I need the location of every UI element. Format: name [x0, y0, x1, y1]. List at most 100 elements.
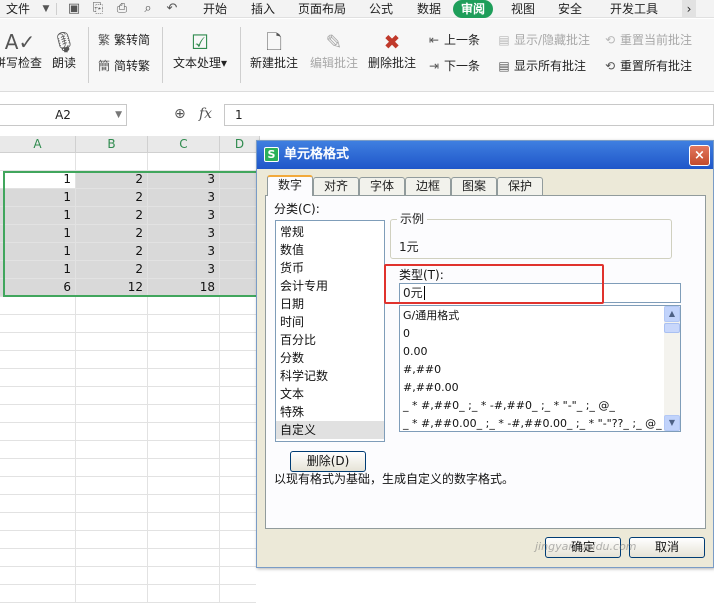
- grid-cell[interactable]: [148, 351, 220, 369]
- grid-cell[interactable]: [0, 387, 76, 405]
- grid-cell[interactable]: [148, 567, 220, 585]
- grid-cell[interactable]: [76, 153, 148, 171]
- format-item[interactable]: _ * #,##0.00_ ;_ * -#,##0.00_ ;_ * "-"??…: [400, 415, 664, 431]
- grid-cell[interactable]: [0, 153, 76, 171]
- grid-cell[interactable]: [148, 531, 220, 549]
- grid-cell[interactable]: [148, 369, 220, 387]
- tab-border[interactable]: 边框: [405, 177, 451, 195]
- trad-to-simp-button[interactable]: 繁繁转简: [96, 31, 150, 49]
- formula-input[interactable]: 1: [224, 104, 714, 126]
- grid-cell[interactable]: [148, 477, 220, 495]
- category-item[interactable]: 货币: [276, 259, 384, 277]
- next-comment-button[interactable]: ⇥ 下一条: [426, 57, 480, 75]
- tab-alignment[interactable]: 对齐: [313, 177, 359, 195]
- grid-cell[interactable]: [148, 549, 220, 567]
- column-header-b[interactable]: B: [76, 136, 148, 153]
- grid-cell[interactable]: [76, 459, 148, 477]
- tab-insert[interactable]: 插入: [251, 0, 275, 18]
- grid-cell[interactable]: [148, 333, 220, 351]
- edit-comment-button[interactable]: ✎ 编辑批注: [308, 29, 360, 71]
- cancel-button[interactable]: 取消: [629, 537, 705, 558]
- grid-cell[interactable]: 3: [148, 189, 220, 207]
- grid-cell[interactable]: [220, 405, 256, 423]
- format-list[interactable]: _ * #,##0.00_ ;_ * -#,##0.00_ ;_ * "-"??…: [399, 305, 681, 432]
- grid-cell[interactable]: [0, 531, 76, 549]
- grid-cell[interactable]: [220, 459, 256, 477]
- grid-cell[interactable]: [0, 459, 76, 477]
- format-item[interactable]: 0: [400, 325, 664, 343]
- grid-cell[interactable]: 2: [76, 207, 148, 225]
- column-header-a[interactable]: A: [0, 136, 76, 153]
- tab-formulas[interactable]: 公式: [369, 0, 393, 18]
- tab-security[interactable]: 安全: [558, 0, 582, 18]
- category-item[interactable]: 自定义: [276, 421, 384, 439]
- format-item[interactable]: G/通用格式: [400, 307, 664, 325]
- grid-cell[interactable]: [220, 297, 256, 315]
- grid-cell[interactable]: [148, 459, 220, 477]
- tab-view[interactable]: 视图: [511, 0, 535, 18]
- category-list[interactable]: 常规 数值 货币 会计专用 日期 时间 百分比 分数 科学记数 文本 特殊 自定义: [275, 220, 385, 442]
- grid-cell[interactable]: 2: [76, 261, 148, 279]
- grid-cell[interactable]: [220, 531, 256, 549]
- grid-cell[interactable]: 3: [148, 261, 220, 279]
- category-item[interactable]: 数值: [276, 241, 384, 259]
- grid-cell[interactable]: [76, 495, 148, 513]
- grid-cell[interactable]: [148, 387, 220, 405]
- tabs-more-button[interactable]: ›: [682, 0, 696, 18]
- category-item[interactable]: 科学记数: [276, 367, 384, 385]
- grid-cell[interactable]: 1: [0, 225, 76, 243]
- grid-cell[interactable]: [0, 423, 76, 441]
- dialog-titlebar[interactable]: S 单元格格式 ×: [257, 141, 713, 169]
- tab-data[interactable]: 数据: [417, 0, 441, 18]
- grid-cell[interactable]: [220, 495, 256, 513]
- format-item[interactable]: _ * #,##0_ ;_ * -#,##0_ ;_ * "-"_ ;_ @_: [400, 397, 664, 415]
- delete-button[interactable]: 删除(D): [290, 451, 366, 472]
- grid-cell[interactable]: [220, 279, 256, 297]
- spellcheck-button[interactable]: A✓ 拼写检查: [0, 29, 42, 71]
- close-icon[interactable]: ×: [689, 145, 710, 166]
- grid-cell[interactable]: [148, 297, 220, 315]
- grid-cell[interactable]: [0, 495, 76, 513]
- format-item[interactable]: #,##0: [400, 361, 664, 379]
- grid-cell[interactable]: 2: [76, 225, 148, 243]
- category-item[interactable]: 百分比: [276, 331, 384, 349]
- grid-cell[interactable]: [220, 423, 256, 441]
- delete-comment-button[interactable]: ✖ 删除批注: [366, 29, 418, 71]
- show-all-comments-button[interactable]: ▤ 显示所有批注: [496, 57, 586, 75]
- tab-developer[interactable]: 开发工具: [610, 0, 658, 18]
- grid-cell[interactable]: [76, 315, 148, 333]
- grid-cell[interactable]: [0, 297, 76, 315]
- new-comment-button[interactable]: 🗋 新建批注: [248, 29, 300, 71]
- grid-cell[interactable]: [0, 333, 76, 351]
- function-icon[interactable]: fx: [199, 106, 212, 122]
- grid-cell[interactable]: [220, 549, 256, 567]
- tab-font[interactable]: 字体: [359, 177, 405, 195]
- grid-cell[interactable]: [220, 225, 256, 243]
- grid-cell[interactable]: [0, 513, 76, 531]
- save-as-icon[interactable]: ⎘: [90, 1, 106, 17]
- grid-cell[interactable]: 3: [148, 243, 220, 261]
- grid-cell[interactable]: [220, 585, 256, 603]
- grid-cell[interactable]: [220, 261, 256, 279]
- grid-cell[interactable]: [0, 477, 76, 495]
- tab-protection[interactable]: 保护: [497, 177, 543, 195]
- grid-cell[interactable]: [0, 369, 76, 387]
- tab-pattern[interactable]: 图案: [451, 177, 497, 195]
- grid-cell[interactable]: [0, 585, 76, 603]
- grid-cell[interactable]: 1: [0, 261, 76, 279]
- tab-home[interactable]: 开始: [203, 0, 227, 18]
- grid-cell[interactable]: [76, 531, 148, 549]
- grid-cell[interactable]: [220, 441, 256, 459]
- grid-cell[interactable]: 3: [148, 225, 220, 243]
- grid-cell[interactable]: [148, 405, 220, 423]
- grid-cell[interactable]: [76, 549, 148, 567]
- format-item[interactable]: #,##0.00: [400, 379, 664, 397]
- category-item[interactable]: 会计专用: [276, 277, 384, 295]
- grid-cell[interactable]: [220, 189, 256, 207]
- grid-cell[interactable]: [76, 585, 148, 603]
- grid-cell[interactable]: [76, 333, 148, 351]
- grid-cell[interactable]: 1: [0, 171, 76, 189]
- grid-cell[interactable]: [0, 351, 76, 369]
- scroll-down-icon[interactable]: ▼: [664, 415, 680, 431]
- grid-cell[interactable]: [76, 387, 148, 405]
